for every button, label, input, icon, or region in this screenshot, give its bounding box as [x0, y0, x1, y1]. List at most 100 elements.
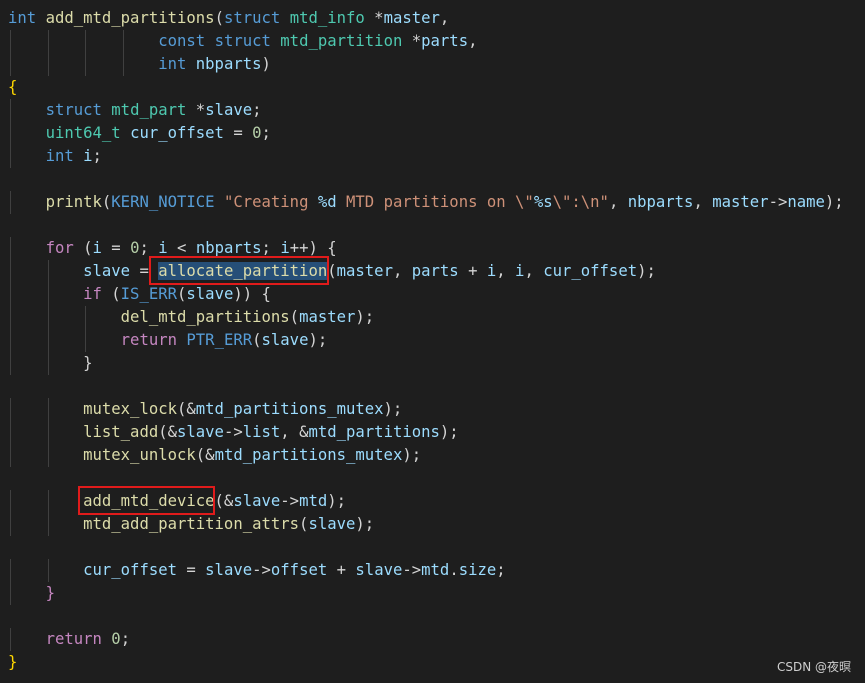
code-token: master — [336, 262, 393, 280]
indent-guide — [10, 145, 11, 168]
code-token: * — [364, 9, 384, 27]
code-line-7: int i; — [0, 145, 865, 168]
code-token: return — [120, 331, 178, 349]
code-token: KERN_NOTICE — [111, 193, 215, 211]
code-token: ; — [92, 147, 102, 165]
indent-guide — [47, 53, 49, 76]
indent-guide — [10, 30, 11, 53]
code-token: mutex_unlock — [83, 446, 196, 464]
code-token: list — [242, 423, 281, 441]
code-token: struct — [45, 101, 102, 119]
code-token: + — [458, 262, 487, 280]
indent-guide — [47, 444, 49, 467]
code-token: slave — [205, 561, 253, 579]
code-token: mtd_partitions_mutex — [214, 446, 403, 464]
code-line-18: mutex_lock(&mtd_partitions_mutex); — [0, 398, 865, 421]
code-token: \" — [515, 193, 534, 211]
code-token: -> — [223, 423, 243, 441]
code-token: master — [383, 9, 440, 27]
code-line-25: cur_offset = slave->offset + slave->mtd.… — [0, 559, 865, 582]
code-token: = — [101, 239, 131, 257]
code-line-28: return 0; — [0, 628, 865, 651]
code-token: nbparts — [195, 239, 262, 257]
code-token: uint64_t — [45, 124, 121, 142]
code-token: mtd_add_partition_attrs — [83, 515, 300, 533]
code-token: ); — [355, 515, 375, 533]
code-token: ); — [327, 492, 347, 510]
code-token: ; — [252, 101, 262, 119]
code-line-22: add_mtd_device(&slave->mtd); — [0, 490, 865, 513]
code-token: ( — [177, 285, 187, 303]
indent-guide — [10, 513, 11, 536]
indent-guide — [47, 306, 49, 329]
code-token: mutex_lock — [83, 400, 177, 418]
code-token: mtd_part — [111, 101, 187, 119]
code-token: parts — [411, 262, 459, 280]
code-token: %d — [317, 193, 337, 211]
code-token: -> — [280, 492, 300, 510]
code-line-14: del_mtd_partitions(master); — [0, 306, 865, 329]
code-token: ( — [101, 193, 112, 211]
indent-guide — [47, 283, 49, 306]
code-line-13: if (IS_ERR(slave)) { — [0, 283, 865, 306]
indent-guide — [85, 329, 87, 352]
code-token: slave — [233, 492, 281, 510]
code-line-9: printk(KERN_NOTICE "Creating %d MTD part… — [0, 191, 865, 214]
indent-guide — [10, 283, 11, 306]
code-token: cur_offset — [543, 262, 638, 280]
code-line-5: struct mtd_part *slave; — [0, 99, 865, 122]
code-token: ) — [261, 55, 271, 73]
code-token: nbparts — [627, 193, 694, 211]
code-token: = — [130, 262, 159, 280]
code-token: const — [158, 32, 206, 50]
code-line-4: { — [0, 76, 865, 99]
code-token: ( — [252, 331, 262, 349]
code-token: master — [299, 308, 356, 326]
code-token: int — [45, 147, 74, 165]
indent-guide — [47, 329, 49, 352]
code-editor[interactable]: int add_mtd_partitions(struct mtd_info *… — [0, 0, 865, 683]
code-token: mtd — [421, 561, 450, 579]
code-token: ( — [73, 239, 93, 257]
code-token: return — [45, 630, 102, 648]
code-token: del_mtd_partitions — [120, 308, 290, 326]
indent-guide — [85, 30, 87, 53]
indent-guide — [10, 329, 11, 352]
indent-guide — [85, 306, 87, 329]
code-token: i — [92, 239, 102, 257]
code-line-6: uint64_t cur_offset = 0; — [0, 122, 865, 145]
indent-guide — [10, 352, 11, 375]
code-token: slave — [177, 423, 224, 441]
indent-guide — [85, 53, 87, 76]
code-token: "Creating — [223, 193, 318, 211]
code-line-29: } — [0, 651, 865, 674]
indent-guide — [10, 444, 11, 467]
code-line-16: } — [0, 352, 865, 375]
code-token: int — [158, 55, 187, 73]
indent-guide — [122, 53, 124, 76]
code-token: } — [45, 584, 55, 602]
code-token: struct — [223, 9, 281, 27]
code-token: slave — [308, 515, 356, 533]
code-token: MTD partitions on — [336, 193, 516, 211]
code-token: list_add — [83, 423, 159, 441]
indent-guide — [47, 352, 49, 375]
code-token: i — [83, 147, 93, 165]
code-token: { — [8, 78, 18, 96]
code-lines[interactable]: int add_mtd_partitions(struct mtd_info *… — [0, 7, 865, 674]
code-token: , — [693, 193, 713, 211]
